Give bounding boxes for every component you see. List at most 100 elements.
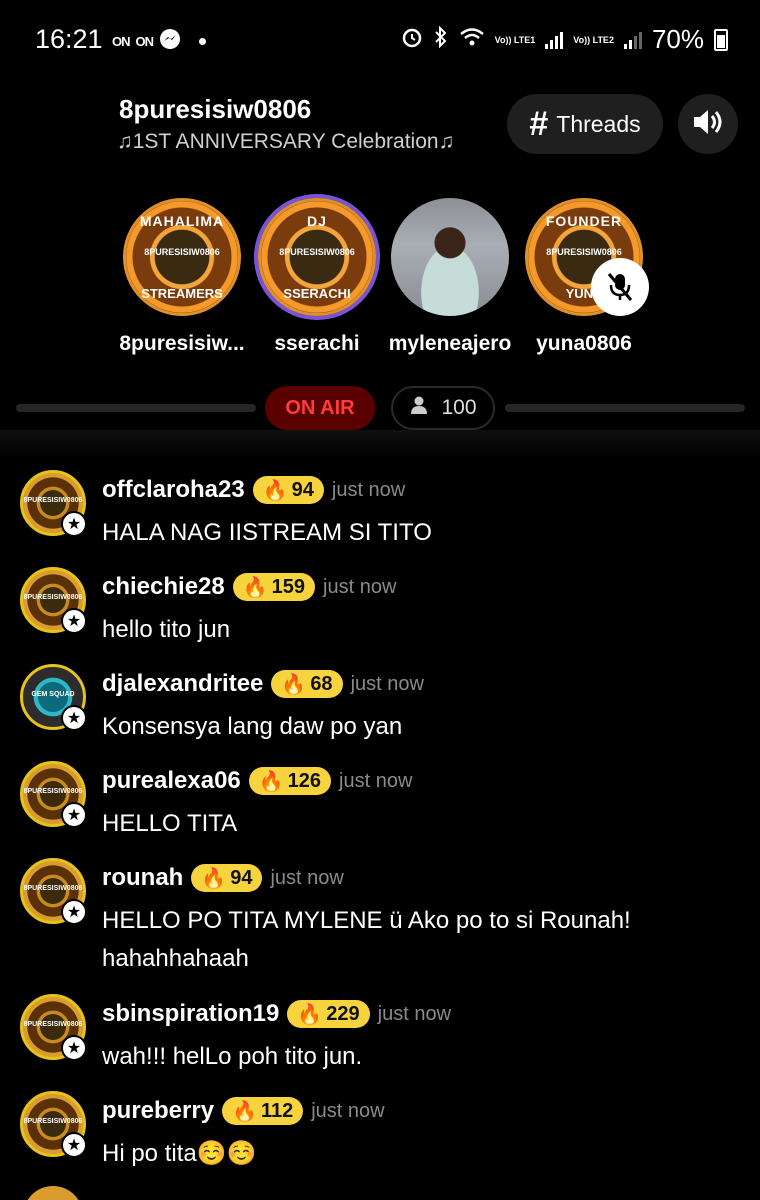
avatar[interactable]: 8PURESISIW0806 ★: [20, 1091, 87, 1158]
star-icon: ★: [61, 1132, 87, 1158]
message-header: sbinspiration19 🔥 229 just now: [102, 1000, 451, 1028]
bluetooth-icon: [433, 25, 449, 54]
on-air-badge: ON AIR: [265, 386, 375, 430]
timestamp: just now: [377, 1002, 452, 1025]
room-subtitle: ♫1ST ANNIVERSARY Celebration♫: [117, 130, 455, 153]
avatar: [391, 198, 509, 316]
badge-top-text: MAHALIMA: [139, 213, 225, 229]
avatar[interactable]: 8PURESISIW0806 ★: [20, 470, 87, 537]
level-value: 94: [291, 478, 314, 501]
threads-button[interactable]: # Threads: [507, 94, 663, 154]
avatar: MAHALIMA 8PURESISIW0806 STREAMERS: [123, 198, 241, 316]
alarm-icon: [401, 26, 423, 54]
star-icon: ★: [61, 899, 87, 925]
signal-bars-1-icon: [545, 31, 564, 49]
level-value: 229: [326, 1002, 360, 1025]
threads-label: Threads: [556, 110, 641, 137]
level-value: 68: [310, 672, 333, 695]
timestamp: just now: [350, 672, 424, 695]
username[interactable]: chiechie28: [102, 573, 225, 601]
on-indicator-icon: ON: [112, 34, 130, 49]
level-badge: 🔥 94: [191, 864, 263, 892]
level-badge: 🔥 159: [232, 573, 316, 601]
profile-photo: [391, 198, 509, 316]
level-badge: 🔥 126: [248, 767, 332, 795]
person-icon: [409, 395, 429, 421]
message-header: rounah 🔥 94 just now: [102, 864, 344, 892]
level-value: 126: [287, 769, 322, 792]
divider-right: [505, 404, 745, 412]
status-bar: 16:21 ON ON Vo)) LTE1 Vo)) LTE2 70%: [0, 0, 760, 80]
notification-dot-icon: [199, 38, 206, 45]
speaker-name: yuna0806: [536, 332, 632, 355]
message-header: offclaroha23 🔥 94 just now: [102, 476, 405, 504]
level-value: 94: [230, 866, 253, 889]
badge-avatar: DJ 8PURESISIW0806 SSERACHI: [258, 198, 376, 316]
battery-percent: 70%: [651, 24, 704, 54]
flame-icon: 🔥: [281, 673, 307, 696]
flame-icon: 🔥: [297, 1003, 323, 1026]
speaker-8puresisiw[interactable]: MAHALIMA 8PURESISIW0806 STREAMERS 8pures…: [117, 198, 247, 356]
message-text: wah!!! helLo poh tito jun.: [102, 1043, 363, 1070]
signal-bars-2-icon: [623, 31, 642, 49]
badge-top-text: FOUNDER: [545, 213, 623, 229]
sim1-label: Vo)) LTE1: [494, 34, 536, 45]
username[interactable]: purealexa06: [102, 767, 241, 795]
flame-icon: 🔥: [201, 867, 227, 890]
star-icon: ★: [61, 705, 87, 731]
on-indicator-icon: ON: [135, 34, 154, 49]
level-badge: 🔥 94: [252, 476, 324, 504]
badge-bottom-text: SSERACHI: [283, 286, 351, 301]
badge-top-text: DJ: [307, 213, 327, 229]
message-text: Hi po tita☺️☺️: [102, 1140, 257, 1167]
star-icon: ★: [61, 511, 87, 537]
badge-mid-text: 8PURESISIW0806: [144, 247, 220, 257]
avatar[interactable]: 8PURESISIW0806 ★: [20, 567, 87, 634]
badge-mid-text: 8PURESISIW0806: [546, 247, 622, 257]
avatar[interactable]: 8PURESISIW0806 ★: [20, 994, 87, 1061]
listener-count-pill[interactable]: 100: [391, 386, 495, 430]
speaker-name: sserachi: [274, 332, 360, 355]
timestamp: just now: [339, 769, 413, 792]
mic-muted-icon: [591, 258, 649, 316]
message-header: djalexandritee 🔥 68 just now: [102, 670, 424, 698]
avatar[interactable]: 8PURESISIW0806 ★: [20, 761, 87, 828]
speaker-myleneajero[interactable]: myleneajero: [385, 198, 515, 356]
flame-icon: 🔥: [262, 479, 288, 502]
status-right-icons: Vo)) LTE1 Vo)) LTE2 70%: [401, 24, 728, 55]
username[interactable]: pureberry: [102, 1097, 214, 1125]
divider-left: [16, 404, 256, 412]
status-time: 16:21: [35, 24, 103, 54]
message-text: HELLO TITA: [102, 810, 238, 837]
username[interactable]: offclaroha23: [102, 476, 245, 504]
speaker-yuna0806[interactable]: FOUNDER 8PURESISIW0806 YUNA yuna0806: [519, 198, 649, 356]
hash-icon: #: [529, 104, 549, 143]
volume-icon: [691, 107, 725, 142]
username[interactable]: djalexandritee: [102, 670, 263, 698]
star-icon: ★: [61, 1035, 87, 1061]
avatar[interactable]: 8PURESISIW0806 ★: [20, 858, 87, 925]
status-left-icons: ON ON: [112, 28, 206, 55]
username[interactable]: rounah: [102, 864, 183, 892]
message-text: HELLO PO TITA MYLENE ü Ako po to si Roun…: [102, 907, 631, 972]
flame-icon: 🔥: [232, 1100, 257, 1123]
wifi-icon: [459, 27, 485, 53]
battery-icon: [714, 28, 728, 51]
level-value: 112: [260, 1099, 294, 1122]
header-separator: [0, 430, 760, 460]
avatar[interactable]: GEM SQUAD ★: [20, 664, 87, 731]
sim2-label: Vo)) LTE2: [573, 34, 614, 45]
flame-icon: 🔥: [258, 770, 284, 793]
speaker-sserachi[interactable]: DJ 8PURESISIW0806 SSERACHI sserachi: [252, 198, 382, 356]
badge-bottom-text: STREAMERS: [141, 286, 223, 301]
avatar: FOUNDER 8PURESISIW0806 YUNA: [525, 198, 649, 316]
star-icon: ★: [61, 802, 87, 828]
speaker-volume-button[interactable]: [678, 94, 738, 154]
message-header: purealexa06 🔥 126 just now: [102, 767, 412, 795]
username[interactable]: sbinspiration19: [102, 1000, 279, 1028]
badge-avatar: MAHALIMA 8PURESISIW0806 STREAMERS: [123, 198, 241, 316]
timestamp: just now: [270, 866, 344, 889]
badge-mid-text: 8PURESISIW0806: [279, 247, 355, 257]
speaker-name: myleneajero: [388, 332, 512, 355]
level-value: 159: [271, 575, 306, 598]
